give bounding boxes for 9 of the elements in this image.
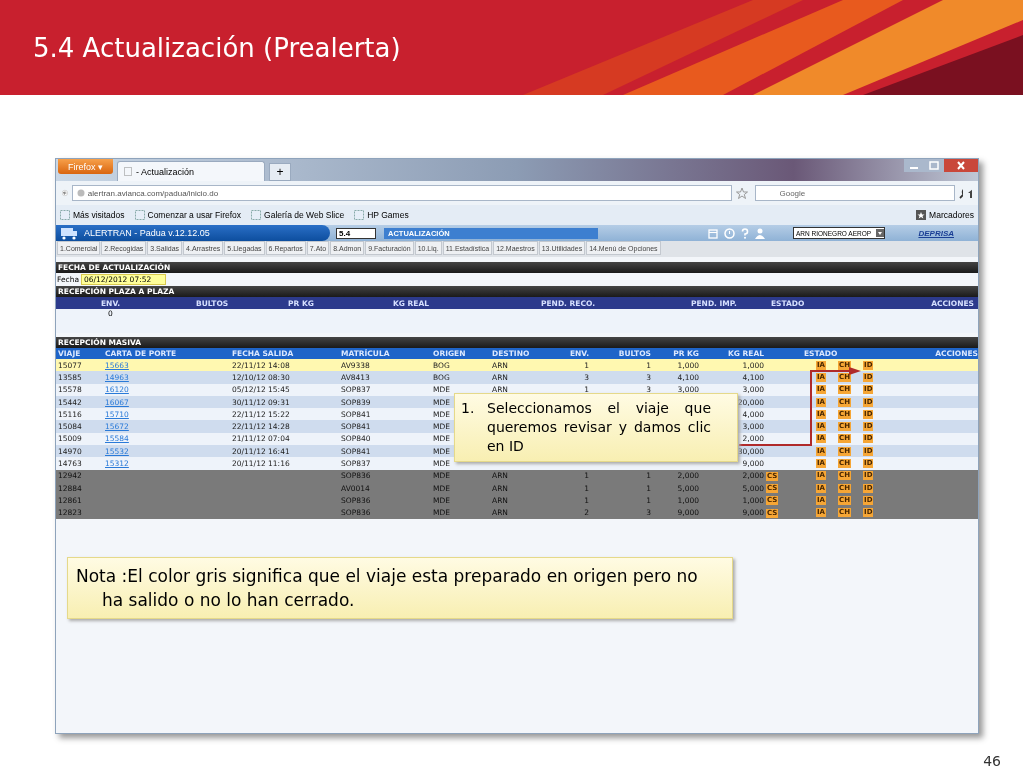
note-text: Nota :El color gris significa que el viaje esta preparado en origen pero no ha salido o no lo han cerrado. [76,566,698,610]
step-number: 1. [461,399,476,418]
step-text: Seleccionamos el viaje que queremos revisar y damos clic en ID [487,399,711,456]
page-number: 46 [983,753,1001,769]
url-text: alertran.avianca.com/padua/inicio.do [87,188,219,198]
company-logo: DEPRISA [918,228,954,238]
app-title: ALERTRAN - Padua v.12.12.05 [84,228,210,238]
tab-title: - Actualización [136,166,195,177]
slide-title: 5.4 Actualización (Prealerta) [33,32,401,63]
